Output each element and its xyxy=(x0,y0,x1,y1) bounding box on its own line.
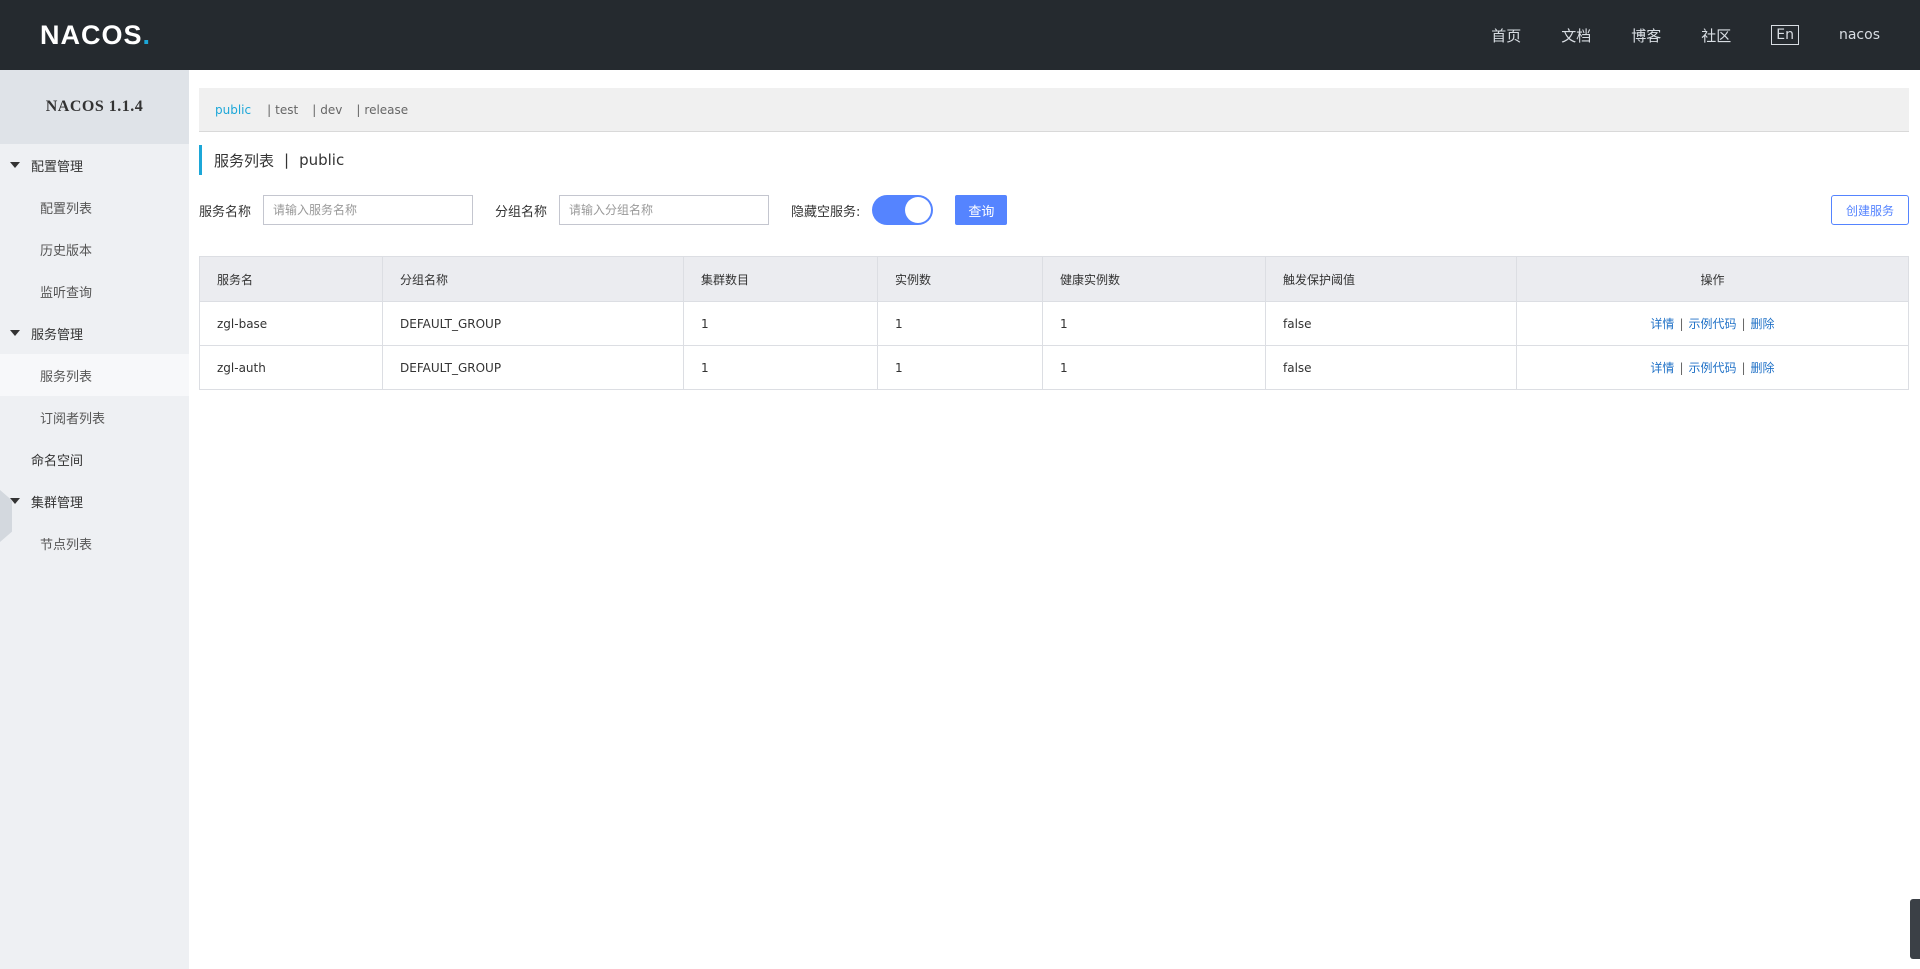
sidebar-item-listener-query[interactable]: 监听查询 xyxy=(0,270,189,312)
cell-instance-count: 1 xyxy=(877,345,1043,390)
sidebar-item-namespace[interactable]: 命名空间 xyxy=(0,438,189,480)
query-button[interactable]: 查询 xyxy=(955,195,1008,225)
version-label: NACOS 1.1.4 xyxy=(0,70,189,144)
delete-link[interactable]: 删除 xyxy=(1751,317,1775,331)
title-separator: | xyxy=(284,151,290,169)
cell-protect-threshold: false xyxy=(1265,301,1517,346)
action-separator: | xyxy=(1741,317,1746,331)
sidebar-item-node-list[interactable]: 节点列表 xyxy=(0,522,189,564)
namespace-dev[interactable]: dev xyxy=(320,103,342,117)
col-actions: 操作 xyxy=(1516,256,1909,302)
cell-actions: 详情 | 示例代码 | 删除 xyxy=(1516,301,1909,346)
service-table: 服务名 分组名称 集群数目 实例数 健康实例数 触发保护阈值 操作 zgl-ba… xyxy=(199,256,1909,390)
nacos-logo[interactable]: NACOS. xyxy=(40,18,151,52)
cell-protect-threshold: false xyxy=(1265,345,1517,390)
logo-text: NACOS xyxy=(40,19,143,50)
action-separator: | xyxy=(1741,361,1746,375)
sidebar-group-cluster[interactable]: 集群管理 xyxy=(0,480,189,522)
cell-healthy-count: 1 xyxy=(1042,345,1266,390)
page-title-text: 服务列表 xyxy=(214,151,275,170)
col-service-name: 服务名 xyxy=(199,256,383,302)
caret-down-icon xyxy=(10,162,20,168)
page-title-namespace: public xyxy=(299,151,345,169)
detail-link[interactable]: 详情 xyxy=(1650,317,1674,331)
hide-empty-label: 隐藏空服务: xyxy=(791,204,861,220)
nav-docs[interactable]: 文档 xyxy=(1561,25,1591,46)
create-service-button[interactable]: 创建服务 xyxy=(1831,195,1909,225)
sidebar-group-label: 服务管理 xyxy=(31,327,84,343)
sample-code-link[interactable]: 示例代码 xyxy=(1688,317,1736,331)
main-content: public | test | dev | release 服务列表 | pub… xyxy=(199,70,1909,969)
sidebar-item-config-list[interactable]: 配置列表 xyxy=(0,186,189,228)
service-name-input[interactable] xyxy=(263,195,474,225)
col-healthy-count: 健康实例数 xyxy=(1042,256,1266,302)
nav-home[interactable]: 首页 xyxy=(1491,25,1521,46)
sidebar-item-history[interactable]: 历史版本 xyxy=(0,228,189,270)
cell-instance-count: 1 xyxy=(877,301,1043,346)
action-separator: | xyxy=(1679,317,1684,331)
language-toggle-button[interactable]: En xyxy=(1771,25,1799,45)
namespace-separator: | xyxy=(267,102,272,117)
col-group-name: 分组名称 xyxy=(382,256,684,302)
table-row: zgl-base DEFAULT_GROUP 1 1 1 false 详情 | 示例… xyxy=(199,301,1909,346)
sidebar-menu: 配置管理 配置列表 历史版本 监听查询 服务管理 服务列表 订阅者列表 命名空间… xyxy=(0,144,189,564)
namespace-bar: public | test | dev | release xyxy=(199,88,1909,132)
sidebar-group-label: 配置管理 xyxy=(31,159,84,175)
nav-blog[interactable]: 博客 xyxy=(1631,25,1661,46)
hide-empty-toggle[interactable] xyxy=(872,195,934,225)
col-cluster-count: 集群数目 xyxy=(683,256,878,302)
sidebar-group-label: 集群管理 xyxy=(31,495,84,511)
sidebar-item-service-list[interactable]: 服务列表 xyxy=(0,354,189,396)
detail-link[interactable]: 详情 xyxy=(1650,361,1674,375)
table-header-row: 服务名 分组名称 集群数目 实例数 健康实例数 触发保护阈值 操作 xyxy=(199,256,1909,302)
table-row: zgl-auth DEFAULT_GROUP 1 1 1 false 详情 | 示例… xyxy=(199,345,1909,390)
namespace-separator: | xyxy=(312,102,317,117)
namespace-test[interactable]: test xyxy=(275,103,298,117)
cell-group-name: DEFAULT_GROUP xyxy=(382,301,684,346)
cell-actions: 详情 | 示例代码 | 删除 xyxy=(1516,345,1909,390)
sidebar-group-service[interactable]: 服务管理 xyxy=(0,312,189,354)
top-nav: 首页 文档 博客 社区 En nacos xyxy=(1451,0,1880,70)
page-title: 服务列表 | public xyxy=(199,145,344,175)
sidebar-group-config[interactable]: 配置管理 xyxy=(0,144,189,186)
cell-healthy-count: 1 xyxy=(1042,301,1266,346)
namespace-release[interactable]: release xyxy=(364,103,408,117)
col-instance-count: 实例数 xyxy=(877,256,1043,302)
sidebar-item-subscriber-list[interactable]: 订阅者列表 xyxy=(0,396,189,438)
cell-service-name: zgl-auth xyxy=(199,345,383,390)
service-name-label: 服务名称 xyxy=(199,204,252,220)
cell-group-name: DEFAULT_GROUP xyxy=(382,345,684,390)
filter-bar: 服务名称 分组名称 隐藏空服务: 查询 创建服务 xyxy=(199,195,1909,225)
col-protect-threshold: 触发保护阈值 xyxy=(1265,256,1517,302)
top-nav-bar: NACOS. 首页 文档 博客 社区 En nacos xyxy=(0,0,1920,70)
sample-code-link[interactable]: 示例代码 xyxy=(1688,361,1736,375)
cell-service-name: zgl-base xyxy=(199,301,383,346)
nav-community[interactable]: 社区 xyxy=(1701,25,1731,46)
delete-link[interactable]: 删除 xyxy=(1751,361,1775,375)
action-separator: | xyxy=(1679,361,1684,375)
group-name-input[interactable] xyxy=(559,195,770,225)
group-name-label: 分组名称 xyxy=(495,204,548,220)
logo-dot: . xyxy=(142,19,152,50)
toggle-knob xyxy=(905,197,932,223)
caret-down-icon xyxy=(10,330,20,336)
sidebar: NACOS 1.1.4 配置管理 配置列表 历史版本 监听查询 服务管理 服务列… xyxy=(0,70,189,969)
user-menu[interactable]: nacos xyxy=(1839,27,1880,43)
cell-cluster-count: 1 xyxy=(683,301,878,346)
namespace-separator: | xyxy=(356,102,361,117)
namespace-public[interactable]: public xyxy=(215,103,251,117)
floating-widget-handle[interactable] xyxy=(1910,899,1920,959)
cell-cluster-count: 1 xyxy=(683,345,878,390)
